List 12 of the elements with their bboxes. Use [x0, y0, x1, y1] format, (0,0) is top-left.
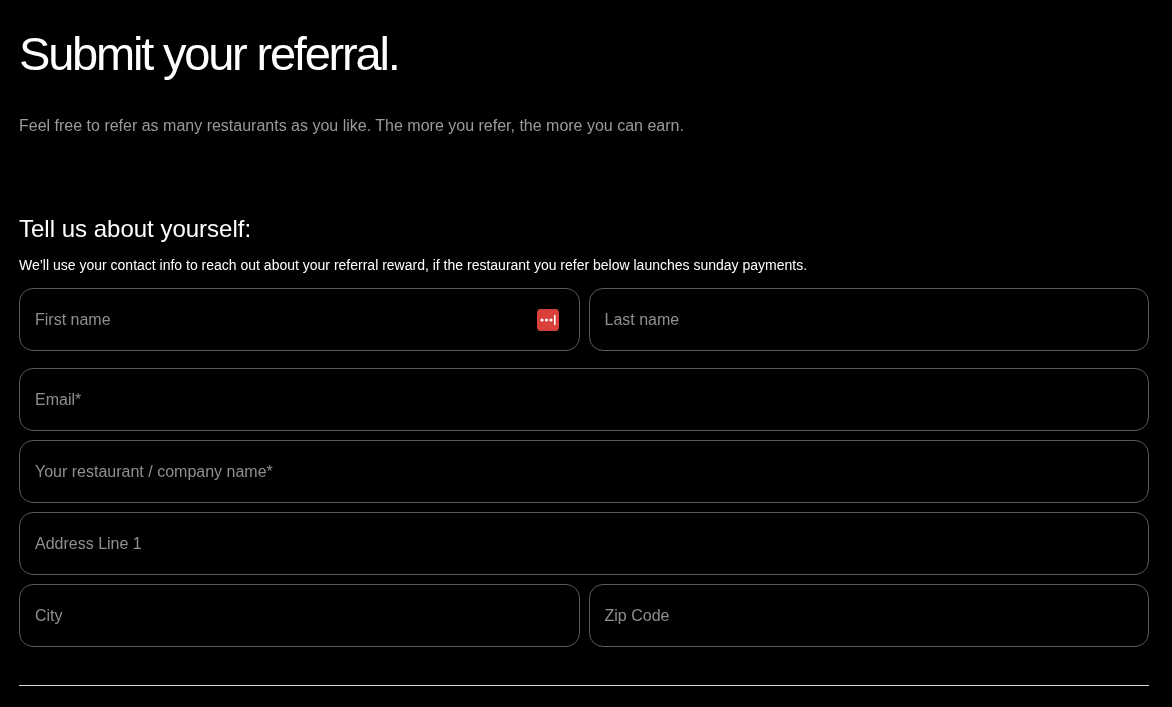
page-title: Submit your referral. [19, 26, 399, 82]
input-field[interactable]: Your restaurant / company name* [19, 440, 1149, 503]
intro-text: Feel free to refer as many restaurants as you like. The more you refer, the more you can earn. [19, 116, 684, 136]
input-field[interactable]: First name [19, 288, 580, 351]
input-field[interactable]: Address Line 1 [19, 512, 1149, 575]
input-field[interactable]: Email* [19, 368, 1149, 431]
input-field[interactable]: Zip Code [588, 584, 1149, 647]
input-field[interactable]: Last name [588, 288, 1149, 351]
password-dots-icon[interactable] [536, 308, 559, 331]
section-heading: Tell us about yourself: [19, 214, 252, 244]
section-note: We’ll use your contact info to reach out about your referral reward, if the restaurant you refer below launches sunday payments. [19, 256, 808, 274]
input-field[interactable]: City [19, 584, 580, 647]
